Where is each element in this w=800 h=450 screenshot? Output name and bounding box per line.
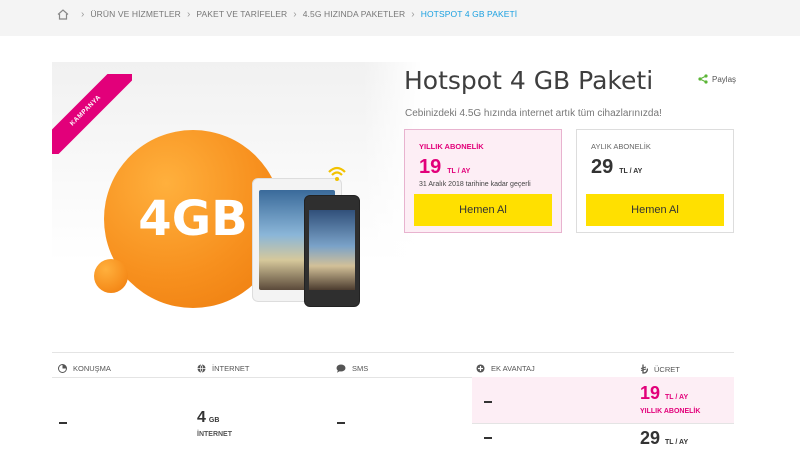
yearly-price-unit: TL / AY: [447, 168, 471, 175]
share-label: Paylaş: [712, 74, 737, 84]
campaign-ribbon: KAMPANYA: [52, 74, 132, 154]
plus-circle-icon: [476, 364, 485, 373]
monthly-plan-label: AYLIK ABONELİK: [591, 142, 651, 151]
share-icon: [698, 74, 708, 84]
monthly-buy-button[interactable]: Hemen Al: [586, 194, 724, 226]
yearly-plan-card: YILLIK ABONELİK 19 TL / AY 31 Aralık 201…: [404, 129, 562, 233]
extra-yearly-dash: [484, 401, 492, 403]
small-orange-orb: [94, 259, 128, 293]
breadcrumb-item-45g[interactable]: 4.5G HIZINDA PAKETLER: [303, 9, 406, 19]
table-row-divider: [472, 423, 734, 424]
fee-yearly-price: 19 TL / AY: [640, 383, 688, 404]
fee-yearly-value: 19: [640, 383, 661, 403]
yearly-plan-label: YILLIK ABONELİK: [419, 142, 484, 151]
table-header-fee: ÜCRET: [640, 364, 680, 374]
breadcrumb-bar: › ÜRÜN VE HİZMETLER › PAKET VE TARİFELER…: [0, 0, 800, 36]
breadcrumb-item-packages[interactable]: PAKET VE TARİFELER: [196, 9, 287, 19]
fee-monthly-price: 29 TL / AY: [640, 428, 688, 449]
call-empty-dash: [59, 422, 67, 424]
table-header-internet: İNTERNET: [197, 364, 250, 373]
hero-image: 4GB KAMPANYA: [52, 62, 422, 312]
internet-value: 4 GB: [197, 409, 219, 427]
extra-monthly-dash: [484, 437, 492, 439]
chevron-right-icon: ›: [411, 8, 415, 20]
sms-empty-dash: [337, 422, 345, 424]
table-header-internet-label: İNTERNET: [212, 364, 250, 373]
table-header-call: KONUŞMA: [58, 364, 111, 373]
clock-icon: [58, 364, 67, 373]
product-subtitle: Cebinizdeki 4.5G hızında internet artık …: [405, 108, 662, 119]
yearly-price-value: 19: [419, 156, 442, 178]
yearly-buy-button[interactable]: Hemen Al: [414, 194, 552, 226]
fee-yearly-unit: TL / AY: [665, 394, 689, 401]
share-button[interactable]: Paylaş: [698, 74, 736, 84]
wifi-icon: [328, 166, 346, 181]
fee-monthly-value: 29: [640, 428, 661, 448]
breadcrumb-item-products[interactable]: ÜRÜN VE HİZMETLER: [90, 9, 181, 19]
table-header-fee-label: ÜCRET: [654, 364, 680, 374]
monthly-price-unit: TL / AY: [619, 168, 643, 175]
phone-image: [304, 195, 360, 307]
table-header-extra: EK AVANTAJ: [476, 364, 535, 373]
chevron-right-icon: ›: [186, 8, 191, 20]
yearly-validity-note: 31 Aralık 2018 tarihine kadar geçerli: [419, 181, 531, 188]
monthly-plan-card: AYLIK ABONELİK 29 TL / AY Hemen Al: [576, 129, 734, 233]
yearly-plan-price: 19 TL / AY: [419, 156, 470, 179]
monthly-plan-price: 29 TL / AY: [591, 156, 642, 179]
internet-label: İNTERNET: [197, 431, 232, 438]
table-header-sms-label: SMS: [352, 364, 369, 373]
table-top-divider: [52, 352, 734, 353]
globe-icon: [197, 364, 206, 373]
breadcrumb: › ÜRÜN VE HİZMETLER › PAKET VE TARİFELER…: [57, 0, 517, 28]
page-title: Hotspot 4 GB Paketi: [404, 66, 654, 95]
table-header-sms: SMS: [336, 364, 368, 373]
monthly-price-value: 29: [591, 156, 614, 178]
internet-amount: 4: [197, 409, 206, 426]
campaign-ribbon-label: KAMPANYA: [52, 74, 132, 154]
chevron-right-icon: ›: [81, 8, 85, 20]
chevron-right-icon: ›: [293, 8, 297, 20]
lira-icon: [640, 364, 648, 374]
fee-yearly-label: YILLIK ABONELİK: [640, 408, 701, 415]
fee-yearly-cell: [472, 377, 734, 423]
internet-unit: GB: [208, 417, 220, 424]
breadcrumb-item-current[interactable]: HOTSPOT 4 GB PAKETİ: [421, 9, 518, 19]
table-header-call-label: KONUŞMA: [73, 364, 111, 373]
home-icon[interactable]: [57, 8, 69, 20]
chat-bubble-icon: [336, 364, 346, 373]
table-header-extra-label: EK AVANTAJ: [491, 364, 535, 373]
fee-monthly-unit: TL / AY: [665, 439, 689, 446]
